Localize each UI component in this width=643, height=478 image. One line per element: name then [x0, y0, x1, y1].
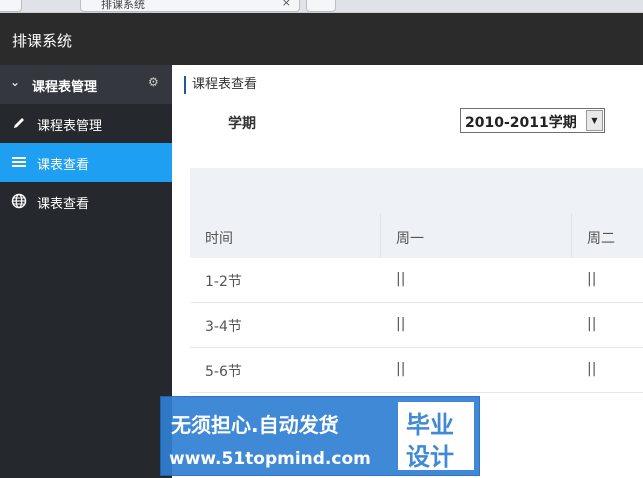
- cell-time: 3-4节: [205, 319, 242, 335]
- cell-monday: ||: [396, 361, 406, 377]
- top-bar: 排课系统: [0, 13, 643, 65]
- sidebar: ⌄ 课程表管理 ⚙ 课程表管理 课表查看 课表查看: [0, 65, 172, 478]
- sidebar-item-label: 课表查看: [37, 158, 90, 173]
- sidebar-item-course-management[interactable]: 课程表管理: [0, 104, 172, 143]
- sidebar-item-label: 课表查看: [37, 197, 90, 212]
- app-title: 排课系统: [12, 32, 73, 50]
- sidebar-group-header[interactable]: ⌄ 课程表管理 ⚙: [0, 65, 172, 104]
- list-icon: [11, 154, 29, 170]
- cell-time: 1-2节: [205, 274, 242, 290]
- pencil-icon: [11, 115, 29, 131]
- cell-tuesday: ||: [587, 316, 597, 332]
- table-header-row: 时间 周一 周二: [190, 213, 643, 258]
- watermark-url: www.51topmind.com: [169, 449, 371, 469]
- gear-icon[interactable]: ⚙: [148, 75, 159, 89]
- globe-icon: [11, 193, 29, 209]
- table-row: 5-6节 || ||: [190, 348, 643, 393]
- browser-tab-title: 排课系统: [101, 0, 145, 11]
- browser-tab[interactable]: 排课系统 ×: [80, 0, 300, 12]
- column-header-time: 时间: [205, 231, 233, 247]
- watermark-badge-top: 毕业: [406, 411, 454, 439]
- breadcrumb: 课程表查看: [184, 76, 257, 94]
- browser-tab-blank[interactable]: [0, 0, 22, 12]
- cell-monday: ||: [396, 271, 406, 287]
- sidebar-item-timetable-view-2[interactable]: 课表查看: [0, 182, 172, 221]
- watermark-badge-bottom: 设计: [406, 443, 454, 471]
- close-icon[interactable]: ×: [282, 0, 291, 9]
- cell-time: 5-6节: [205, 364, 242, 380]
- cell-tuesday: ||: [587, 271, 597, 287]
- column-header-monday: 周一: [396, 231, 424, 247]
- browser-tab-strip: 排课系统 ×: [0, 0, 643, 13]
- cell-tuesday: ||: [587, 361, 597, 377]
- watermark-banner: 无须担心.自动发货 www.51topmind.com 毕业 设计: [160, 396, 480, 476]
- column-divider: [380, 213, 381, 258]
- sidebar-group-title: 课程表管理: [32, 80, 98, 95]
- watermark-text: 无须担心.自动发货: [171, 413, 339, 437]
- term-select-value: 2010-2011学期: [465, 115, 577, 131]
- watermark-badge: 毕业 设计: [398, 402, 474, 471]
- term-select[interactable]: 2010-2011学期 ▼: [460, 108, 605, 133]
- dropdown-arrow-icon[interactable]: ▼: [586, 110, 603, 131]
- cell-monday: ||: [396, 316, 406, 332]
- table-top-band: [190, 168, 643, 213]
- chevron-down-icon: ⌄: [10, 75, 21, 89]
- term-label: 学期: [228, 116, 256, 132]
- column-header-tuesday: 周二: [587, 231, 615, 247]
- sidebar-item-label: 课程表管理: [37, 119, 103, 134]
- table-row: 1-2节 || ||: [190, 258, 643, 303]
- column-divider: [571, 213, 572, 258]
- new-tab-button[interactable]: [306, 0, 336, 12]
- sidebar-item-timetable-view[interactable]: 课表查看: [0, 143, 172, 182]
- table-row: 3-4节 || ||: [190, 303, 643, 348]
